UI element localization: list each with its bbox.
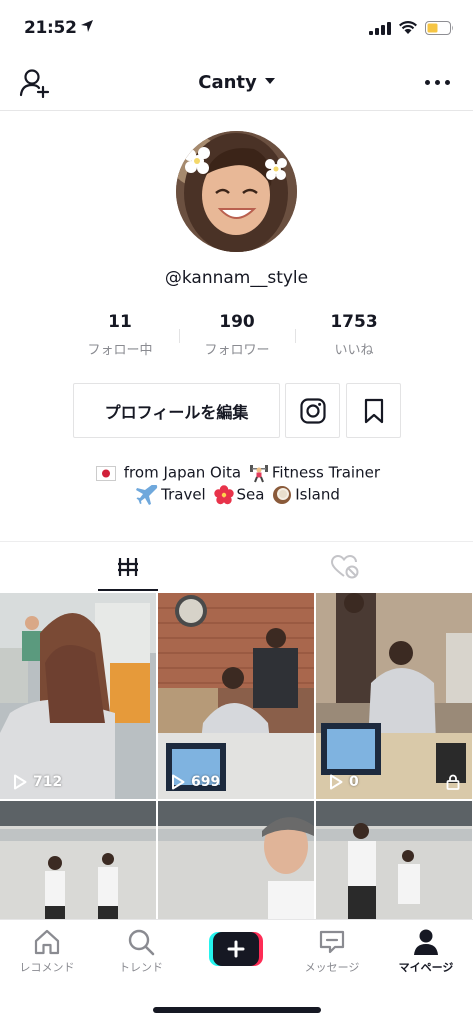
create-icon[interactable] xyxy=(209,932,263,966)
edit-profile-button[interactable]: プロフィールを編集 xyxy=(73,383,280,438)
stat-label: フォロー中 xyxy=(87,343,153,358)
video-thumbnail[interactable] xyxy=(316,801,472,923)
video-thumbnail[interactable]: 712 xyxy=(0,593,156,799)
favorites-button[interactable] xyxy=(346,383,401,438)
profile-icon xyxy=(414,929,438,955)
stat-value: 190 xyxy=(219,312,255,332)
tab-indicator xyxy=(98,589,158,591)
stat-label: いいね xyxy=(334,343,374,358)
play-icon xyxy=(172,774,185,790)
heart-hidden-icon xyxy=(331,555,359,579)
bookmark-icon xyxy=(364,398,383,423)
home-indicator xyxy=(153,1007,321,1013)
nav-profile[interactable]: マイページ xyxy=(379,920,473,975)
bio-text: Sea xyxy=(236,485,265,504)
caret-down-icon xyxy=(264,78,275,84)
grid-lines-icon xyxy=(118,558,138,576)
bio-line-2: Travel Sea Island xyxy=(0,485,473,505)
lock-icon xyxy=(446,774,460,790)
play-icon xyxy=(14,774,27,790)
bio-text: Fitness Trainer xyxy=(271,463,380,482)
battery-icon xyxy=(425,21,453,35)
coconut-icon xyxy=(273,486,292,504)
status-time: 21:52 xyxy=(24,18,77,38)
bio-line-1: from Japan Oita Fitness Trainer xyxy=(0,463,473,483)
view-count-value: 712 xyxy=(33,774,63,790)
view-count: 0 xyxy=(329,774,359,790)
airplane-icon xyxy=(136,485,158,505)
status-bar: 21:52 xyxy=(0,0,473,56)
bio-text: Island xyxy=(295,485,340,504)
video-thumbnail[interactable] xyxy=(0,801,156,923)
video-thumbnail[interactable] xyxy=(158,801,314,923)
profile-tabs xyxy=(0,541,473,591)
stat-label: フォロワー xyxy=(204,343,270,358)
home-icon xyxy=(34,929,60,955)
edit-profile-label: プロフィールを編集 xyxy=(104,402,249,422)
stat-value: 1753 xyxy=(330,312,378,332)
japan-flag-icon xyxy=(96,465,116,481)
play-icon xyxy=(330,774,343,790)
nav-label: マイページ xyxy=(398,961,454,974)
nav-discover[interactable]: トレンド xyxy=(94,920,188,975)
message-icon xyxy=(319,930,345,954)
video-grid: 712 699 0 xyxy=(0,593,473,923)
nav-label: トレンド xyxy=(119,961,163,974)
tab-liked-videos[interactable] xyxy=(315,542,375,592)
location-arrow-icon xyxy=(81,20,93,32)
nav-inbox[interactable]: メッセージ xyxy=(285,920,379,975)
video-thumbnail[interactable]: 699 xyxy=(158,593,314,799)
avatar[interactable] xyxy=(176,131,297,252)
hibiscus-icon xyxy=(213,485,234,505)
instagram-button[interactable] xyxy=(285,383,340,438)
page-title: Canty xyxy=(198,72,257,93)
video-thumbnail[interactable]: 0 xyxy=(316,593,472,799)
username: @kannam__style xyxy=(164,268,309,288)
stat-followers[interactable]: 190 フォロワー xyxy=(179,312,295,358)
nav-label: レコメンド xyxy=(19,961,75,974)
search-icon xyxy=(128,929,155,956)
stat-value: 11 xyxy=(108,312,132,332)
nav-home[interactable]: レコメンド xyxy=(0,920,94,975)
nav-label: メッセージ xyxy=(304,961,360,974)
bio-text: Travel xyxy=(161,485,206,504)
wifi-icon xyxy=(399,21,417,34)
profile-stats: 11 フォロー中 190 フォロワー 1753 いいね xyxy=(62,312,412,364)
instagram-icon xyxy=(299,397,326,424)
account-switcher[interactable]: Canty xyxy=(0,72,473,93)
view-count: 712 xyxy=(13,774,62,790)
tab-videos[interactable] xyxy=(0,542,158,592)
stat-following[interactable]: 11 フォロー中 xyxy=(62,312,178,358)
view-count: 699 xyxy=(171,774,220,790)
weightlifter-icon xyxy=(249,465,268,483)
profile-header: Canty xyxy=(0,56,473,111)
more-options-icon[interactable] xyxy=(425,80,451,86)
stat-likes[interactable]: 1753 いいね xyxy=(296,312,412,358)
view-count-value: 699 xyxy=(191,774,221,790)
view-count-value: 0 xyxy=(349,774,359,790)
bio-text: from Japan Oita xyxy=(123,463,242,482)
cellular-signal-icon xyxy=(369,22,391,35)
